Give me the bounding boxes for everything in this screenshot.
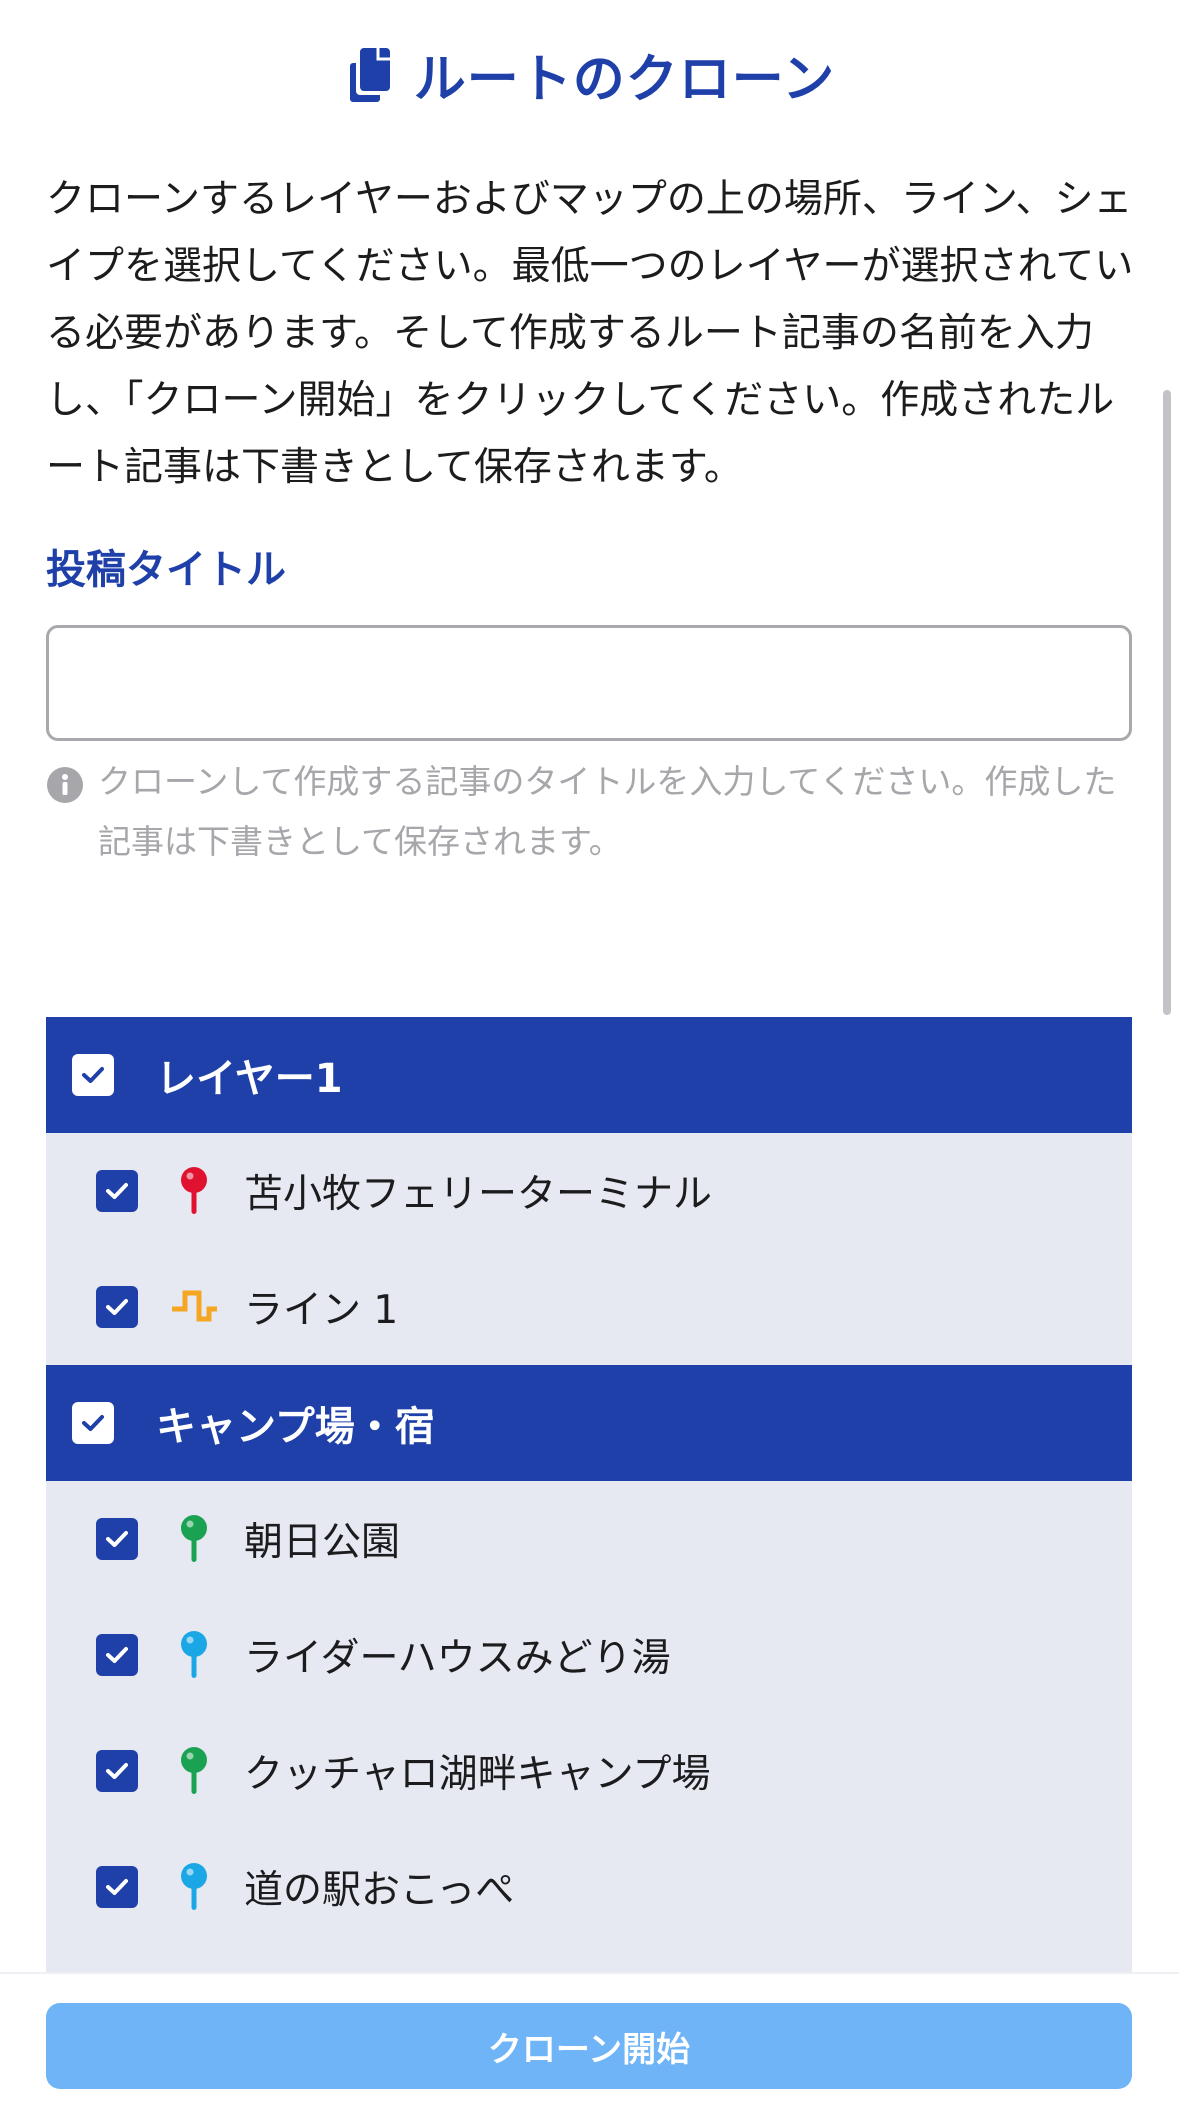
item-checkbox[interactable] xyxy=(96,1286,138,1328)
map-pin-icon xyxy=(166,1163,222,1219)
post-title-help: クローンして作成する記事のタイトルを入力してください。作成した記事は下書きとして… xyxy=(46,752,1146,872)
copy-icon xyxy=(344,45,394,103)
list-item-partial xyxy=(46,1945,1132,1972)
checkmark-icon xyxy=(106,1879,128,1895)
item-label: ライダーハウスみどり湯 xyxy=(244,1636,671,1681)
item-label: ライン 1 xyxy=(244,1288,399,1333)
layer-name: キャンプ場・宿 xyxy=(156,1404,435,1450)
list-item: 苫小牧フェリーターミナル xyxy=(46,1133,1132,1249)
page-header: ルートのクローン xyxy=(0,38,1179,110)
layer-items: 朝日公園 ライダーハウスみどり湯 クッチャロ湖畔キャンプ場 道の駅おこっぺ xyxy=(46,1481,1132,1972)
item-label: クッチャロ湖畔キャンプ場 xyxy=(244,1752,711,1797)
layer-header: キャンプ場・宿 xyxy=(46,1365,1132,1481)
scrollbar[interactable] xyxy=(1163,390,1171,1015)
clone-route-page: ルートのクローン クローンするレイヤーおよびマップの上の場所、ライン、シェイプを… xyxy=(0,0,1179,2104)
item-label: 朝日公園 xyxy=(244,1520,401,1565)
map-pin-icon xyxy=(166,1743,222,1799)
item-label: 道の駅おこっぺ xyxy=(244,1868,515,1913)
layer-items: 苫小牧フェリーターミナル ライン 1 xyxy=(46,1133,1132,1365)
layer-name: レイヤー1 xyxy=(156,1056,343,1102)
help-text: クローンして作成する記事のタイトルを入力してください。作成した記事は下書きとして… xyxy=(98,762,1117,861)
checkmark-icon xyxy=(106,1647,128,1663)
item-label: 苫小牧フェリーターミナル xyxy=(244,1172,713,1217)
instructions-text: クローンするレイヤーおよびマップの上の場所、ライン、シェイプを選択してください。… xyxy=(46,177,1134,490)
checkmark-icon xyxy=(106,1531,128,1547)
list-item: ライダーハウスみどり湯 xyxy=(46,1597,1132,1713)
item-checkbox[interactable] xyxy=(96,1634,138,1676)
post-title-label: 投稿タイトル xyxy=(46,547,286,593)
layer-checkbox[interactable] xyxy=(72,1054,114,1096)
list-item: 朝日公園 xyxy=(46,1481,1132,1597)
item-checkbox[interactable] xyxy=(96,1866,138,1908)
item-checkbox[interactable] xyxy=(96,1750,138,1792)
checkmark-icon xyxy=(106,1183,128,1199)
page-title: ルートのクローン xyxy=(413,49,836,110)
map-pin-icon xyxy=(166,1627,222,1683)
checkmark-icon xyxy=(82,1415,104,1431)
checkmark-icon xyxy=(106,1299,128,1315)
layer-header: レイヤー1 xyxy=(46,1017,1132,1133)
list-item: ライン 1 xyxy=(46,1249,1132,1365)
checkmark-icon xyxy=(106,1763,128,1779)
layer-checkbox[interactable] xyxy=(72,1402,114,1444)
layer-list: レイヤー1 苫小牧フェリーターミナル ライン 1 キャンプ場・宿 朝日公園 ライ… xyxy=(46,1017,1132,1972)
map-pin-icon xyxy=(166,1859,222,1915)
item-checkbox[interactable] xyxy=(96,1518,138,1560)
start-clone-button[interactable]: クローン開始 xyxy=(46,2003,1132,2089)
line-icon xyxy=(166,1279,222,1335)
info-icon xyxy=(46,766,84,804)
checkmark-icon xyxy=(82,1067,104,1083)
list-item: 道の駅おこっぺ xyxy=(46,1829,1132,1945)
map-pin-icon xyxy=(166,1511,222,1567)
post-title-input[interactable] xyxy=(46,625,1132,741)
list-item: クッチャロ湖畔キャンプ場 xyxy=(46,1713,1132,1829)
item-checkbox[interactable] xyxy=(96,1170,138,1212)
